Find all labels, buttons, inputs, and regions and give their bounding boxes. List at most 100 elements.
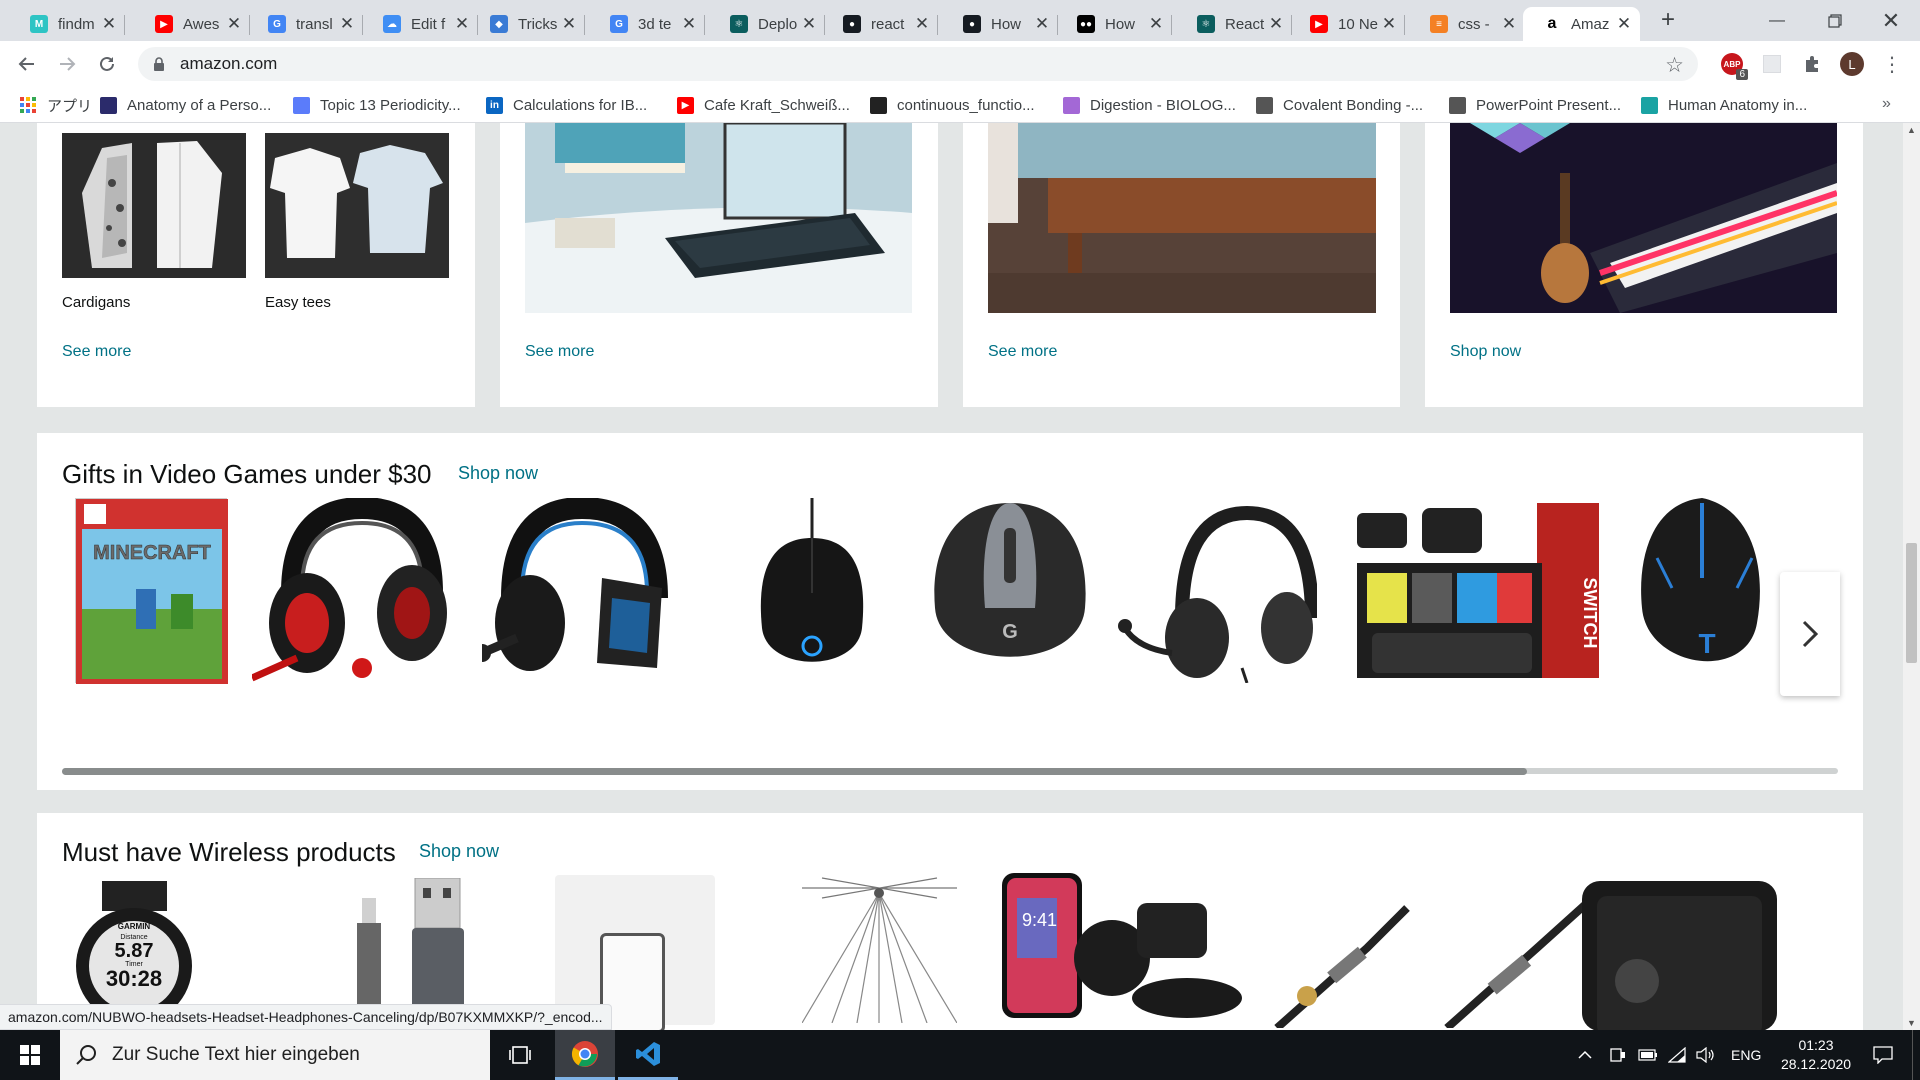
tab-close-icon[interactable]: ✕ (914, 15, 930, 32)
chrome-taskbar-icon[interactable] (555, 1030, 615, 1080)
blue-gaming-headset-icon[interactable] (473, 496, 672, 683)
browser-tab[interactable]: Mfindm ✕ (10, 7, 125, 41)
browser-menu-icon[interactable]: ⋮ (1880, 52, 1904, 76)
bookmark-star-icon[interactable]: ☆ (1665, 53, 1684, 78)
reload-button[interactable] (93, 50, 121, 78)
large-gaming-mouse-icon[interactable]: G (930, 498, 1090, 683)
bed-image[interactable] (988, 123, 1376, 313)
rgb-gaming-mouse-icon[interactable]: T (1627, 498, 1777, 683)
vscode-taskbar-icon[interactable] (618, 1030, 678, 1080)
volume-icon[interactable] (1696, 1030, 1716, 1080)
red-gaming-headset-icon[interactable] (250, 496, 452, 683)
maximize-button[interactable] (1806, 0, 1864, 41)
tab-close-icon[interactable]: ✕ (1148, 15, 1164, 32)
browser-tab[interactable]: ●● How ✕ (1057, 7, 1172, 41)
browser-tab[interactable]: ● How ✕ (943, 7, 1058, 41)
taskbar-search-box[interactable]: Zur Suche Text hier eingeben (60, 1030, 490, 1080)
gaming-mouse-icon[interactable] (757, 498, 867, 683)
headset-with-mic-icon[interactable] (1117, 498, 1319, 684)
tab-close-icon[interactable]: ✕ (1268, 15, 1284, 32)
extensions-puzzle-icon[interactable] (1800, 52, 1824, 76)
phone-car-mount-icon[interactable]: 9:41 (997, 868, 1252, 1023)
bookmark-item[interactable]: Digestion - BIOLOG... (1063, 94, 1236, 116)
tab-close-icon[interactable]: ✕ (226, 15, 242, 32)
forward-button[interactable] (53, 50, 81, 78)
bookmark-item[interactable]: PowerPoint Present... (1449, 94, 1621, 116)
task-view-icon[interactable] (495, 1030, 545, 1080)
tab-close-icon[interactable]: ✕ (454, 15, 470, 32)
keyboard-guitar-image[interactable] (1450, 123, 1837, 313)
tab-close-icon[interactable]: ✕ (1034, 15, 1050, 32)
bookmark-item[interactable]: Topic 13 Periodicity... (293, 94, 461, 116)
browser-tab[interactable]: ≡ css - ✕ (1410, 7, 1525, 41)
carousel-scroll-thumb[interactable] (62, 768, 1527, 775)
easy-tees-label[interactable]: Easy tees (265, 294, 331, 311)
tray-chevron-icon[interactable] (1578, 1030, 1592, 1080)
bookmark-item[interactable]: ▶ Cafe Kraft_Schweiß... (677, 94, 850, 116)
tab-close-icon[interactable]: ✕ (339, 15, 355, 32)
input-language[interactable]: ENG (1731, 1030, 1761, 1080)
bookmark-item[interactable]: Human Anatomy in... (1641, 94, 1807, 116)
bookmark-item[interactable]: アプリ (20, 94, 92, 116)
browser-tab[interactable]: ⚛ React ✕ (1177, 7, 1292, 41)
cardigans-label[interactable]: Cardigans (62, 294, 130, 311)
tab-close-icon[interactable]: ✕ (101, 15, 117, 32)
new-tab-button[interactable]: + (1655, 8, 1681, 34)
tab-close-icon[interactable]: ✕ (561, 15, 577, 32)
close-window-button[interactable]: ✕ (1862, 0, 1920, 41)
address-bar[interactable]: amazon.com ☆ (138, 47, 1698, 81)
antenna-icon[interactable] (801, 873, 958, 1024)
browser-tab[interactable]: a Amaz ✕ (1523, 7, 1640, 41)
cardigans-image[interactable] (62, 133, 246, 278)
tab-close-icon[interactable]: ✕ (1381, 15, 1397, 32)
page-scrollbar[interactable]: ▲ ▼ (1903, 123, 1920, 1030)
bookmark-label: Digestion - BIOLOG... (1090, 96, 1236, 114)
back-button[interactable] (13, 50, 41, 78)
browser-tab[interactable]: ◆ Tricks ✕ (470, 7, 585, 41)
scroll-up-icon[interactable]: ▲ (1907, 125, 1916, 135)
adblock-extension-icon[interactable]: ABP 6 (1720, 52, 1748, 80)
wifi-icon[interactable] (1668, 1030, 1686, 1080)
tab-close-icon[interactable]: ✕ (681, 15, 697, 32)
shop-now-link[interactable]: Shop now (458, 463, 538, 484)
show-desktop-button[interactable] (1912, 1030, 1920, 1080)
windows-start-button[interactable] (0, 1030, 60, 1080)
minimize-button[interactable]: — (1748, 0, 1806, 41)
notifications-icon[interactable] (1868, 1030, 1898, 1080)
shop-now-link[interactable]: Shop now (419, 841, 499, 862)
browser-tab[interactable]: ▶ Awes ✕ (135, 7, 250, 41)
tab-close-icon[interactable]: ✕ (1501, 15, 1517, 32)
tablet-case-icon[interactable] (1577, 871, 1782, 1030)
see-more-link[interactable]: See more (988, 343, 1057, 361)
see-more-link[interactable]: See more (62, 343, 131, 361)
switch-game-icon[interactable]: MINECRAFT (75, 498, 228, 684)
browser-tab[interactable]: ☁ Edit f ✕ (363, 7, 478, 41)
browser-tab[interactable]: ⚛ Deplo ✕ (710, 7, 825, 41)
scroll-down-icon[interactable]: ▼ (1907, 1018, 1916, 1028)
shop-now-link[interactable]: Shop now (1450, 343, 1521, 361)
smart-switch-icon[interactable] (555, 875, 715, 1030)
browser-tab[interactable]: Gtransl ✕ (248, 7, 363, 41)
audio-cable-icon[interactable] (1267, 888, 1597, 1030)
carousel-next-button[interactable] (1780, 572, 1840, 696)
battery-icon[interactable] (1638, 1030, 1658, 1080)
tab-close-icon[interactable]: ✕ (801, 15, 817, 32)
browser-tab[interactable]: ▶ 10 Ne ✕ (1290, 7, 1405, 41)
see-more-link[interactable]: See more (525, 343, 594, 361)
bookmark-item[interactable]: Anatomy of a Perso... (100, 94, 271, 116)
page-scroll-thumb[interactable] (1906, 543, 1917, 663)
easy-tees-image[interactable] (265, 133, 449, 278)
taskbar-clock[interactable]: 01:23 28.12.2020 (1776, 1030, 1856, 1080)
switch-carry-case-icon[interactable]: SWITCH (1352, 493, 1602, 683)
tab-close-icon[interactable]: ✕ (1616, 15, 1632, 32)
bookmark-item[interactable]: Covalent Bonding -... (1256, 94, 1423, 116)
extension-placeholder-icon[interactable] (1760, 52, 1784, 76)
more-bookmarks-chevron-icon[interactable]: » (1882, 95, 1891, 113)
browser-tab[interactable]: G 3d te ✕ (590, 7, 705, 41)
browser-tab[interactable]: ● react ✕ (823, 7, 938, 41)
profile-avatar[interactable]: L (1840, 52, 1864, 76)
device-icon[interactable] (1608, 1030, 1626, 1080)
bookmark-item[interactable]: in Calculations for IB... (486, 94, 647, 116)
bookmark-item[interactable]: continuous_functio... (870, 94, 1035, 116)
laptop-desk-image[interactable] (525, 123, 912, 313)
